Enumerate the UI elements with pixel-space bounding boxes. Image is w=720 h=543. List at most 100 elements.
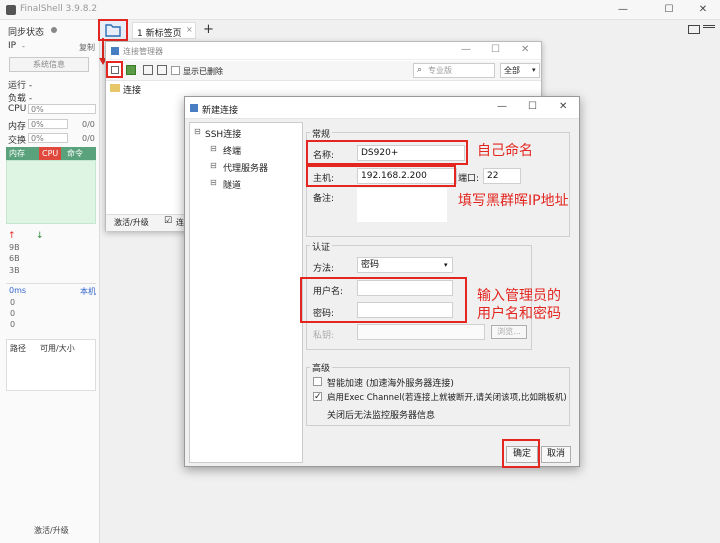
- conn-minimize-icon[interactable]: —: [461, 44, 471, 55]
- conn-footer-checkbox-icon[interactable]: ☑: [164, 216, 172, 226]
- minimize-icon[interactable]: —: [612, 2, 634, 18]
- grid-layout-icon[interactable]: [688, 25, 700, 34]
- tab-memory[interactable]: 内存: [6, 147, 28, 160]
- tree-item-terminal[interactable]: 终端: [223, 144, 241, 157]
- conn-close-icon[interactable]: ✕: [521, 44, 529, 55]
- swap-meter: 0%: [28, 133, 68, 143]
- nc-minimize-icon[interactable]: —: [497, 101, 507, 112]
- tab-close-icon[interactable]: ×: [186, 25, 193, 34]
- sidebar: 同步状态 IP - 复制 系统信息 运行 - 负载 - CPU 0% 内存 0%…: [0, 20, 100, 543]
- new-folder-icon[interactable]: [126, 65, 136, 75]
- method-chevron-down-icon: ▾: [444, 261, 448, 269]
- cancel-button[interactable]: 取消: [541, 446, 571, 463]
- folder-icon: [105, 24, 121, 37]
- swap-label: 交换: [8, 136, 27, 146]
- tree-item-tunnel[interactable]: 隧道: [223, 178, 241, 191]
- ping-value-2: 0: [10, 309, 16, 318]
- nc-close-icon[interactable]: ✕: [559, 101, 567, 112]
- process-list: [6, 160, 96, 224]
- new-connection-icon: [111, 66, 119, 74]
- conn-activate-link[interactable]: 激活/升级: [114, 218, 149, 227]
- load-label: 负载 -: [8, 94, 33, 104]
- port-input[interactable]: 22: [483, 168, 521, 184]
- tree-tunnel-icon: ⊟: [210, 178, 217, 187]
- cpu-label: CPU: [8, 104, 27, 114]
- show-deleted-checkbox[interactable]: [171, 66, 180, 75]
- search-icon: ⌕: [417, 65, 423, 75]
- conn-maximize-icon[interactable]: ☐: [491, 44, 500, 55]
- upload-arrow-icon: ↑: [8, 231, 16, 241]
- private-key-input: [357, 324, 485, 340]
- new-connection-title: 新建连接: [202, 106, 239, 116]
- tree-proxy-icon: ⊟: [210, 161, 217, 170]
- folder-icon: [110, 84, 120, 92]
- exec-channel-checkbox[interactable]: ✓: [313, 392, 322, 402]
- browse-button[interactable]: 浏览...: [491, 325, 527, 339]
- smart-accel-checkbox[interactable]: [313, 377, 322, 386]
- disk-col-size: 可用/大小: [40, 344, 75, 353]
- smart-accel-label: 智能加速 (加速海外服务器连接): [327, 379, 454, 389]
- process-tabs: 内存 CPU 命令: [6, 147, 96, 160]
- name-annotation: 自己命名: [477, 143, 533, 159]
- network-panel: ↑ ↓ 9B 6B 3B: [6, 231, 96, 281]
- collapse-icon[interactable]: [143, 65, 153, 75]
- tree-root-collapse-icon[interactable]: ⊟: [194, 127, 201, 136]
- mem-label: 内存: [8, 122, 27, 132]
- tab-new[interactable]: 1 新标签页 ×: [132, 22, 196, 39]
- new-connection-dialog: 新建连接 — ☐ ✕ ⊟ SSH连接 ⊟ 终端 ⊟ 代理服务器 ⊟ 隧道 常规 …: [184, 96, 580, 468]
- nc-maximize-icon[interactable]: ☐: [528, 101, 537, 112]
- sync-status-dot-icon: [51, 27, 57, 33]
- disk-table: 路径 可用/大小: [6, 339, 96, 391]
- download-arrow-icon: ↓: [36, 231, 44, 241]
- new-connection-button[interactable]: [106, 61, 123, 78]
- advanced-group-title: 高级: [310, 361, 333, 374]
- copy-ip-button[interactable]: 复制: [79, 42, 95, 53]
- search-input[interactable]: ⌕ 专业版: [413, 63, 495, 78]
- chevron-down-icon: ▾: [532, 66, 536, 74]
- net-value-3: 3B: [9, 266, 20, 275]
- maximize-icon[interactable]: ☐: [658, 2, 680, 18]
- sync-status-label: 同步状态: [8, 28, 45, 38]
- host-annotation: 填写黑群晖IP地址: [458, 193, 569, 209]
- expand-icon[interactable]: [157, 65, 167, 75]
- exec-channel-label: 启用Exec Channel(若连接上就被断开,请关闭该项,比如跳板机): [327, 393, 567, 403]
- auth-method-select[interactable]: 密码 ▾: [357, 257, 453, 273]
- ip-label: IP: [8, 41, 17, 51]
- tree-terminal-icon: ⊟: [210, 144, 217, 153]
- remark-label: 备注:: [313, 194, 335, 204]
- auth-method-value: 密码: [361, 260, 380, 270]
- mem-meter: 0%: [28, 119, 68, 129]
- tab-command[interactable]: 命令: [64, 147, 86, 160]
- ip-value: -: [22, 42, 25, 51]
- host-highlight: [306, 165, 456, 187]
- net-value-1: 9B: [9, 243, 20, 252]
- close-icon[interactable]: ✕: [692, 2, 714, 18]
- general-group-title: 常规: [310, 127, 333, 140]
- ping-value-3: 0: [10, 320, 16, 329]
- tab-cpu[interactable]: CPU: [39, 147, 62, 160]
- remark-input[interactable]: [357, 188, 447, 222]
- activate-upgrade-link[interactable]: 激活/升级: [34, 525, 69, 536]
- app-titlebar: FinalShell 3.9.8.2 — ☐ ✕: [0, 0, 720, 20]
- no-monitor-note: 关闭后无法监控服务器信息: [327, 411, 436, 421]
- scope-select[interactable]: 全部 ▾: [500, 63, 540, 78]
- conn-footer-extra: 连: [176, 218, 184, 227]
- conn-manager-toolbar: 显示已删除 ⌕ 专业版 全部 ▾: [106, 61, 541, 81]
- root-folder-label[interactable]: 连接: [123, 83, 141, 96]
- app-logo-icon: [6, 5, 16, 15]
- tree-item-ssh[interactable]: SSH连接: [205, 127, 241, 140]
- conn-manager-icon: [111, 47, 119, 55]
- ping-value-1: 0: [10, 298, 16, 307]
- credentials-annotation-line2: 用户名和密码: [477, 306, 561, 322]
- connection-settings-tree: ⊟ SSH连接 ⊟ 终端 ⊟ 代理服务器 ⊟ 隧道: [189, 122, 303, 463]
- system-info-button[interactable]: 系统信息: [9, 57, 89, 72]
- mem-ratio: 0/0: [82, 120, 95, 129]
- tree-item-proxy[interactable]: 代理服务器: [223, 161, 268, 174]
- net-value-2: 6B: [9, 254, 20, 263]
- add-tab-button[interactable]: +: [203, 22, 214, 37]
- ping-host: 本机: [80, 287, 96, 296]
- list-layout-icon[interactable]: [703, 25, 715, 34]
- port-label: 端口:: [458, 174, 480, 184]
- show-deleted-label: 显示已删除: [183, 67, 223, 76]
- conn-manager-title: 连接管理器: [123, 47, 163, 56]
